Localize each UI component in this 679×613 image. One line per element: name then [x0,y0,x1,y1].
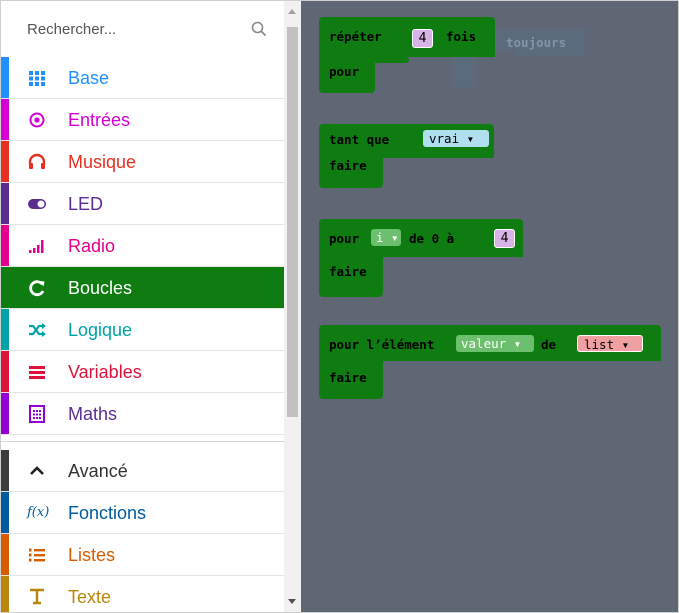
category-label: Listes [68,545,116,565]
headphones-icon [28,153,46,169]
category-color-bar [1,393,9,434]
category-color-bar [1,99,9,140]
grid-icon [29,71,45,86]
category-label: Entrées [68,110,131,130]
category-color-bar [1,141,9,182]
category-led[interactable]: LED [1,183,284,225]
category-label: Base [68,68,110,88]
category-inputs[interactable]: Entrées [1,99,284,141]
category-color-bar [1,267,9,308]
category-math[interactable]: Maths [1,393,284,435]
category-color-bar [1,309,9,350]
category-color-bar [1,351,9,392]
shuffle-icon [29,323,46,337]
toggle-icon [28,199,46,209]
toolbox-divider [1,441,284,450]
toolbox: Base Entrées Musique [1,1,284,612]
for-each-keyword: pour l’élément [329,337,435,352]
loop-icon [29,280,45,297]
app-frame: Base Entrées Musique [0,0,679,613]
for-range-mid: de 0 à [409,231,455,246]
while-condition-dropdown[interactable]: vrai ▾ [423,130,489,147]
scroll-up-arrow-icon[interactable] [288,9,296,14]
toolbox-scrollbar[interactable] [284,1,301,612]
forever-block-ghost-notch [476,51,516,91]
scroll-down-arrow-icon[interactable] [288,599,296,604]
category-color-bar [1,225,9,266]
category-advanced[interactable]: Avancé [1,450,284,492]
category-loops[interactable]: Boucles [1,267,284,309]
category-lists[interactable]: Listes [1,534,284,576]
scroll-thumb[interactable] [287,27,298,417]
numbered-list-icon [29,548,45,562]
target-icon [29,112,45,128]
category-label: Variables [68,362,142,382]
category-music[interactable]: Musique [1,141,284,183]
category-color-bar [1,576,9,612]
category-label: LED [68,194,104,214]
repeat-count-input[interactable]: 4 [412,29,433,48]
category-logic[interactable]: Logique [1,309,284,351]
repeat-keyword: répéter [329,29,382,44]
signal-icon [29,240,44,253]
category-label: Fonctions [68,503,147,523]
for-range-keyword: pour [329,231,360,246]
for-range-body-label: faire [329,264,367,279]
repeat-suffix: fois [446,29,477,44]
category-color-bar [1,534,9,575]
category-radio[interactable]: Radio [1,225,284,267]
for-range-variable-dropdown[interactable]: i ▾ [371,229,401,246]
forever-block-label: toujours [506,35,567,50]
function-icon: f(x) [27,505,50,520]
for-each-body-label: faire [329,370,367,385]
category-label: Avancé [68,461,128,481]
category-variables[interactable]: Variables [1,351,284,393]
category-color-bar [1,57,9,98]
while-body-label: faire [329,158,367,173]
category-functions[interactable]: f(x) Fonctions [1,492,284,534]
list-lines-icon [29,366,45,379]
category-label: Maths [68,404,118,424]
for-each-mid: de [541,337,557,352]
category-color-bar [1,183,9,224]
category-color-bar [1,450,9,491]
repeat-block-notch [375,57,409,63]
category-text[interactable]: Texte [1,576,284,612]
text-icon [30,588,44,605]
chevron-up-icon [30,466,44,475]
search-input[interactable] [9,11,257,47]
search-box [1,1,284,57]
category-label: Texte [68,587,112,607]
while-keyword: tant que [329,132,390,147]
search-icon[interactable] [251,21,267,37]
repeat-body-label: pour [329,64,360,79]
category-label: Boucles [68,278,133,298]
for-each-list-dropdown[interactable]: list ▾ [577,335,643,352]
category-label: Radio [68,236,116,256]
blocks-workspace: toujours répéter 4 fois pour tant que vr… [301,1,678,612]
category-base[interactable]: Base [1,57,284,99]
for-range-count-input[interactable]: 4 [494,229,515,248]
calculator-icon [29,405,45,423]
category-label: Logique [68,320,133,340]
category-color-bar [1,492,9,533]
category-label: Musique [68,152,137,172]
for-each-variable-dropdown[interactable]: valeur ▾ [456,335,534,352]
